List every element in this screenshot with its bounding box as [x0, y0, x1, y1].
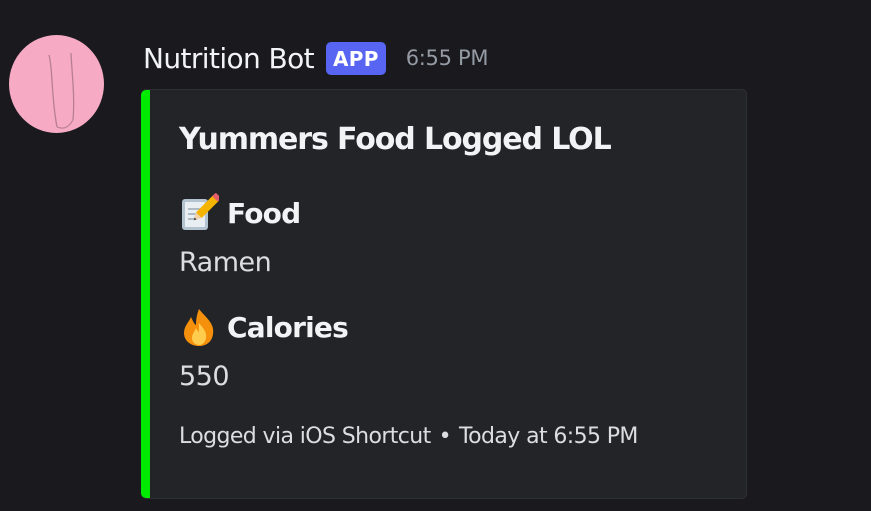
field-label: Calories: [227, 310, 349, 344]
embed-footer: Logged via iOS Shortcut • Today at 6:55 …: [179, 424, 638, 449]
username[interactable]: Nutrition Bot: [143, 42, 315, 75]
memo-pencil-icon: [179, 193, 219, 233]
embed-title: Yummers Food Logged LOL: [179, 122, 612, 157]
field-label: Food: [227, 196, 301, 230]
footer-separator: •: [438, 424, 452, 449]
field-value-food: Ramen: [179, 247, 272, 278]
field-value-calories: 550: [179, 361, 230, 392]
field-name-food: Food: [179, 193, 301, 233]
chat-message: Nutrition Bot APP 6:55 PM Yummers Food L…: [0, 0, 871, 511]
message-timestamp[interactable]: 6:55 PM: [406, 46, 489, 70]
embed-accent-bar: [141, 90, 150, 498]
embed-card: Yummers Food Logged LOL Food Ramen Calor…: [141, 89, 747, 499]
footer-timestamp: Today at 6:55 PM: [459, 424, 638, 449]
avatar-sketch: [48, 52, 75, 129]
footer-text: Logged via iOS Shortcut: [179, 424, 431, 449]
message-header: Nutrition Bot APP 6:55 PM: [143, 36, 489, 80]
fire-icon: [179, 307, 219, 347]
app-badge: APP: [326, 41, 386, 75]
avatar[interactable]: [9, 35, 104, 133]
field-name-calories: Calories: [179, 307, 349, 347]
